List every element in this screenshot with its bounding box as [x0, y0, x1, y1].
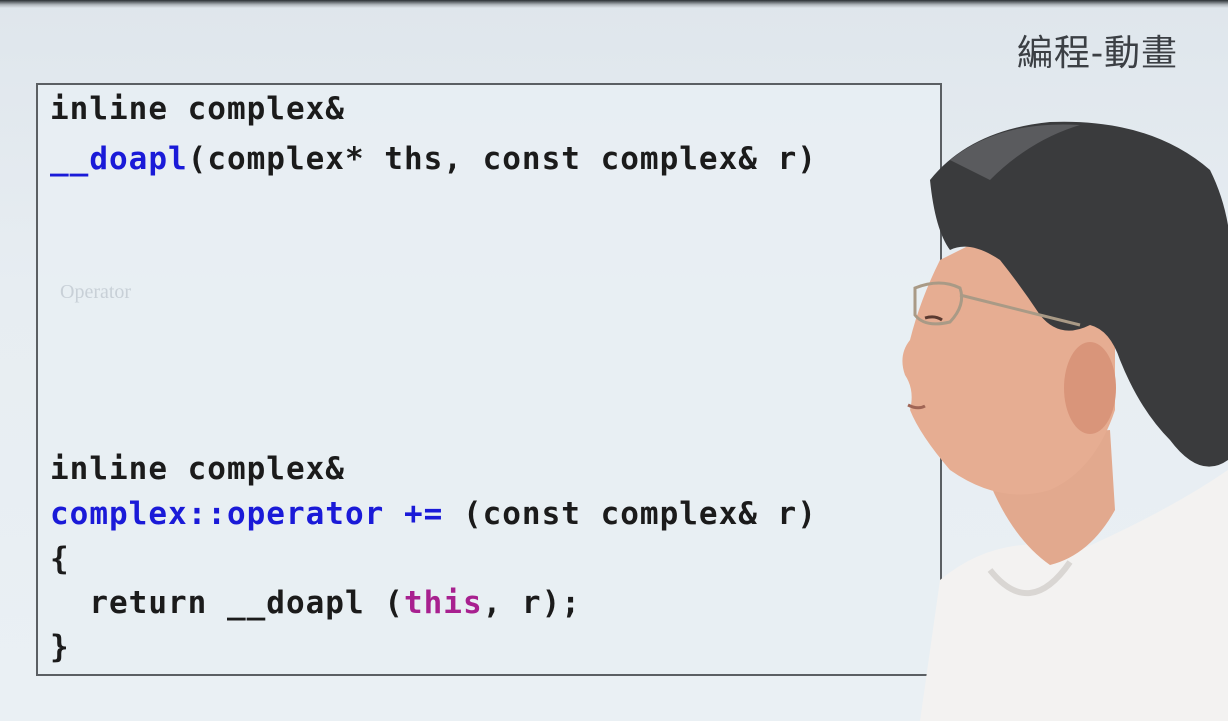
function-params: (complex* ths, const complex& r) [187, 141, 817, 177]
ear-shape [1064, 342, 1116, 434]
code-line-3: inline complex& [50, 451, 345, 487]
presenter-figure [902, 121, 1228, 721]
operator-name: complex::operator += [50, 496, 444, 532]
code-line-7: } [50, 629, 70, 665]
top-edge-shadow [0, 0, 1228, 8]
this-keyword: this [403, 585, 483, 621]
channel-watermark: 編程-動畫 [1016, 33, 1178, 74]
code-line-5: { [50, 541, 70, 577]
code-line-6: return __doapl (this, r); [50, 585, 581, 621]
code-line-4: complex::operator += (const complex& r) [50, 496, 817, 532]
code-line-2: __doapl(complex* ths, const complex& r) [50, 141, 817, 177]
return-start: return __doapl ( [50, 585, 404, 621]
code-line-1: inline complex& [50, 91, 345, 127]
function-name-doapl: __doapl [50, 141, 188, 177]
return-end: , r); [482, 585, 581, 621]
operator-params: (const complex& r) [443, 496, 817, 532]
code-panel: inline complex& __doapl(complex* ths, co… [36, 83, 942, 676]
faded-text: Operator [60, 281, 132, 303]
